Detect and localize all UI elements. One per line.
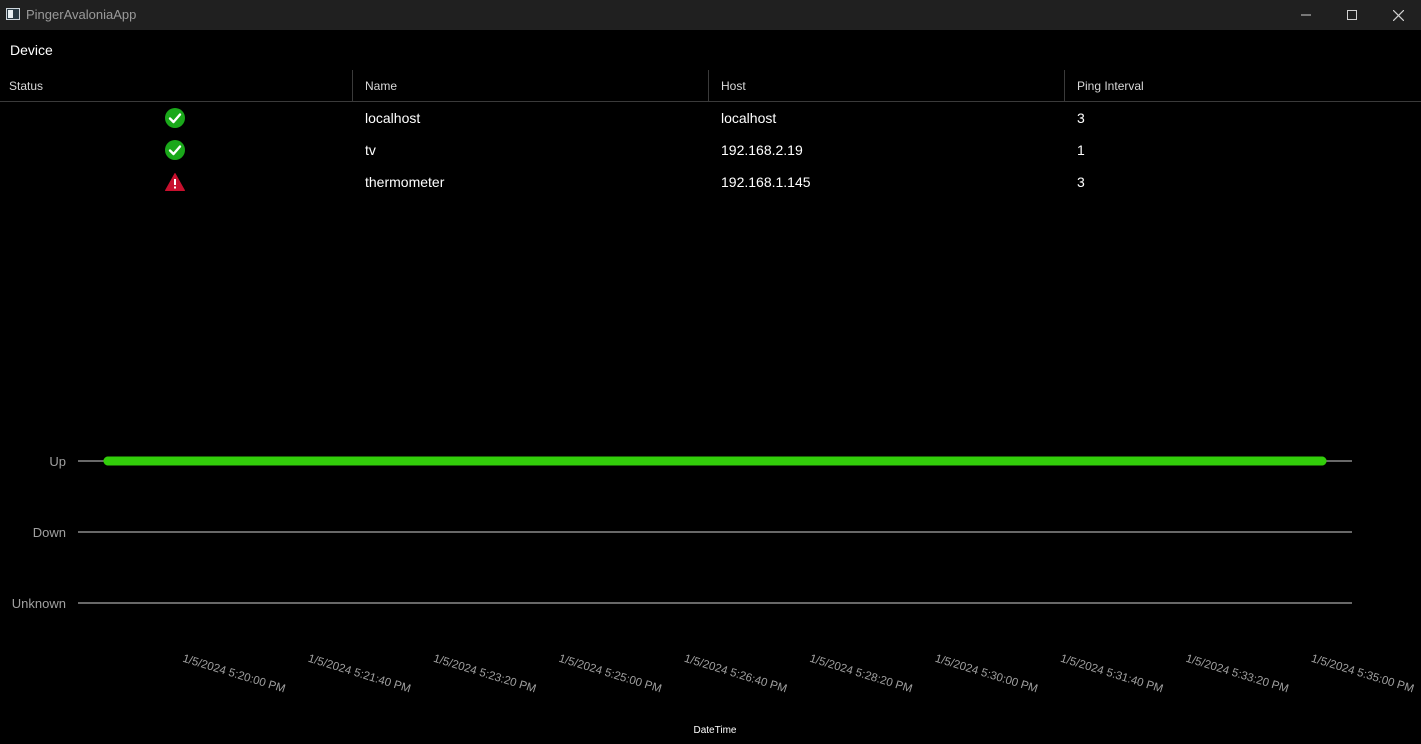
maximize-button[interactable]: [1329, 0, 1375, 30]
status-chart-canvas: Up Down Unknown 1/5/2024 5:20:00 PM 1/5/2024…: [12, 454, 1416, 736]
x-axis-tick-label: 1/5/2024 5:26:40 PM: [683, 653, 789, 696]
table-row[interactable]: thermometer 192.168.1.145 3: [0, 166, 1421, 198]
data-point: [643, 456, 653, 466]
x-axis-title: DateTime: [694, 725, 737, 736]
maximize-icon: [1347, 10, 1357, 20]
data-point: [1047, 456, 1057, 466]
column-separator[interactable]: [1064, 70, 1065, 101]
grid-header: Status Name Host Ping Interval: [0, 70, 1421, 102]
x-axis-tick-label: 1/5/2024 5:28:20 PM: [808, 653, 914, 696]
x-axis-tick-label: 1/5/2024 5:25:00 PM: [557, 653, 663, 696]
table-row[interactable]: tv 192.168.2.19 1: [0, 134, 1421, 166]
column-header-name[interactable]: Name: [365, 70, 397, 101]
column-header-status[interactable]: Status: [9, 70, 43, 101]
close-icon: [1392, 9, 1404, 21]
window-title: PingerAvaloniaApp: [26, 7, 137, 22]
data-point: [103, 456, 113, 466]
data-point: [912, 456, 922, 466]
data-point: [373, 456, 383, 466]
minimize-icon: [1301, 14, 1311, 16]
x-axis-tick-label: 1/5/2024 5:35:00 PM: [1310, 653, 1416, 696]
status-chart[interactable]: Up Down Unknown 1/5/2024 5:20:00 PM 1/5/2024…: [0, 430, 1421, 739]
data-point: [1317, 456, 1327, 466]
x-axis-tick-label: 1/5/2024 5:23:20 PM: [432, 653, 538, 696]
title-bar[interactable]: PingerAvaloniaApp: [0, 0, 1421, 30]
check-circle-icon: [165, 108, 185, 128]
device-host: localhost: [721, 110, 777, 126]
column-header-host[interactable]: Host: [721, 70, 746, 101]
device-ping-interval: 1: [1077, 142, 1085, 158]
data-point: [1182, 456, 1192, 466]
menu-device[interactable]: Device: [10, 42, 53, 58]
y-axis-category-label: Down: [33, 525, 66, 540]
check-circle-icon: [165, 140, 185, 160]
data-point: [238, 456, 248, 466]
y-axis-category-label: Up: [49, 454, 66, 469]
close-button[interactable]: [1375, 0, 1421, 30]
device-name: tv: [365, 142, 376, 158]
x-axis-tick-label: 1/5/2024 5:30:00 PM: [933, 653, 1039, 696]
device-host: 192.168.1.145: [721, 174, 811, 190]
app-icon: [6, 8, 20, 20]
device-ping-interval: 3: [1077, 174, 1085, 190]
warning-triangle-icon: [165, 173, 185, 191]
x-axis-tick-label: 1/5/2024 5:20:00 PM: [181, 653, 287, 696]
column-separator[interactable]: [708, 70, 709, 101]
device-ping-interval: 3: [1077, 110, 1085, 126]
device-name: thermometer: [365, 174, 445, 190]
data-point: [777, 456, 787, 466]
y-axis-category-label: Unknown: [12, 596, 66, 611]
minimize-button[interactable]: [1283, 0, 1329, 30]
data-point: [508, 456, 518, 466]
column-header-ping-interval[interactable]: Ping Interval: [1077, 70, 1144, 101]
table-row[interactable]: localhost localhost 3: [0, 102, 1421, 134]
column-separator[interactable]: [352, 70, 353, 101]
x-axis-tick-label: 1/5/2024 5:33:20 PM: [1184, 653, 1290, 696]
x-axis-tick-label: 1/5/2024 5:21:40 PM: [306, 653, 412, 696]
x-axis-tick-label: 1/5/2024 5:31:40 PM: [1059, 653, 1165, 696]
device-name: localhost: [365, 110, 421, 126]
device-host: 192.168.2.19: [721, 142, 803, 158]
